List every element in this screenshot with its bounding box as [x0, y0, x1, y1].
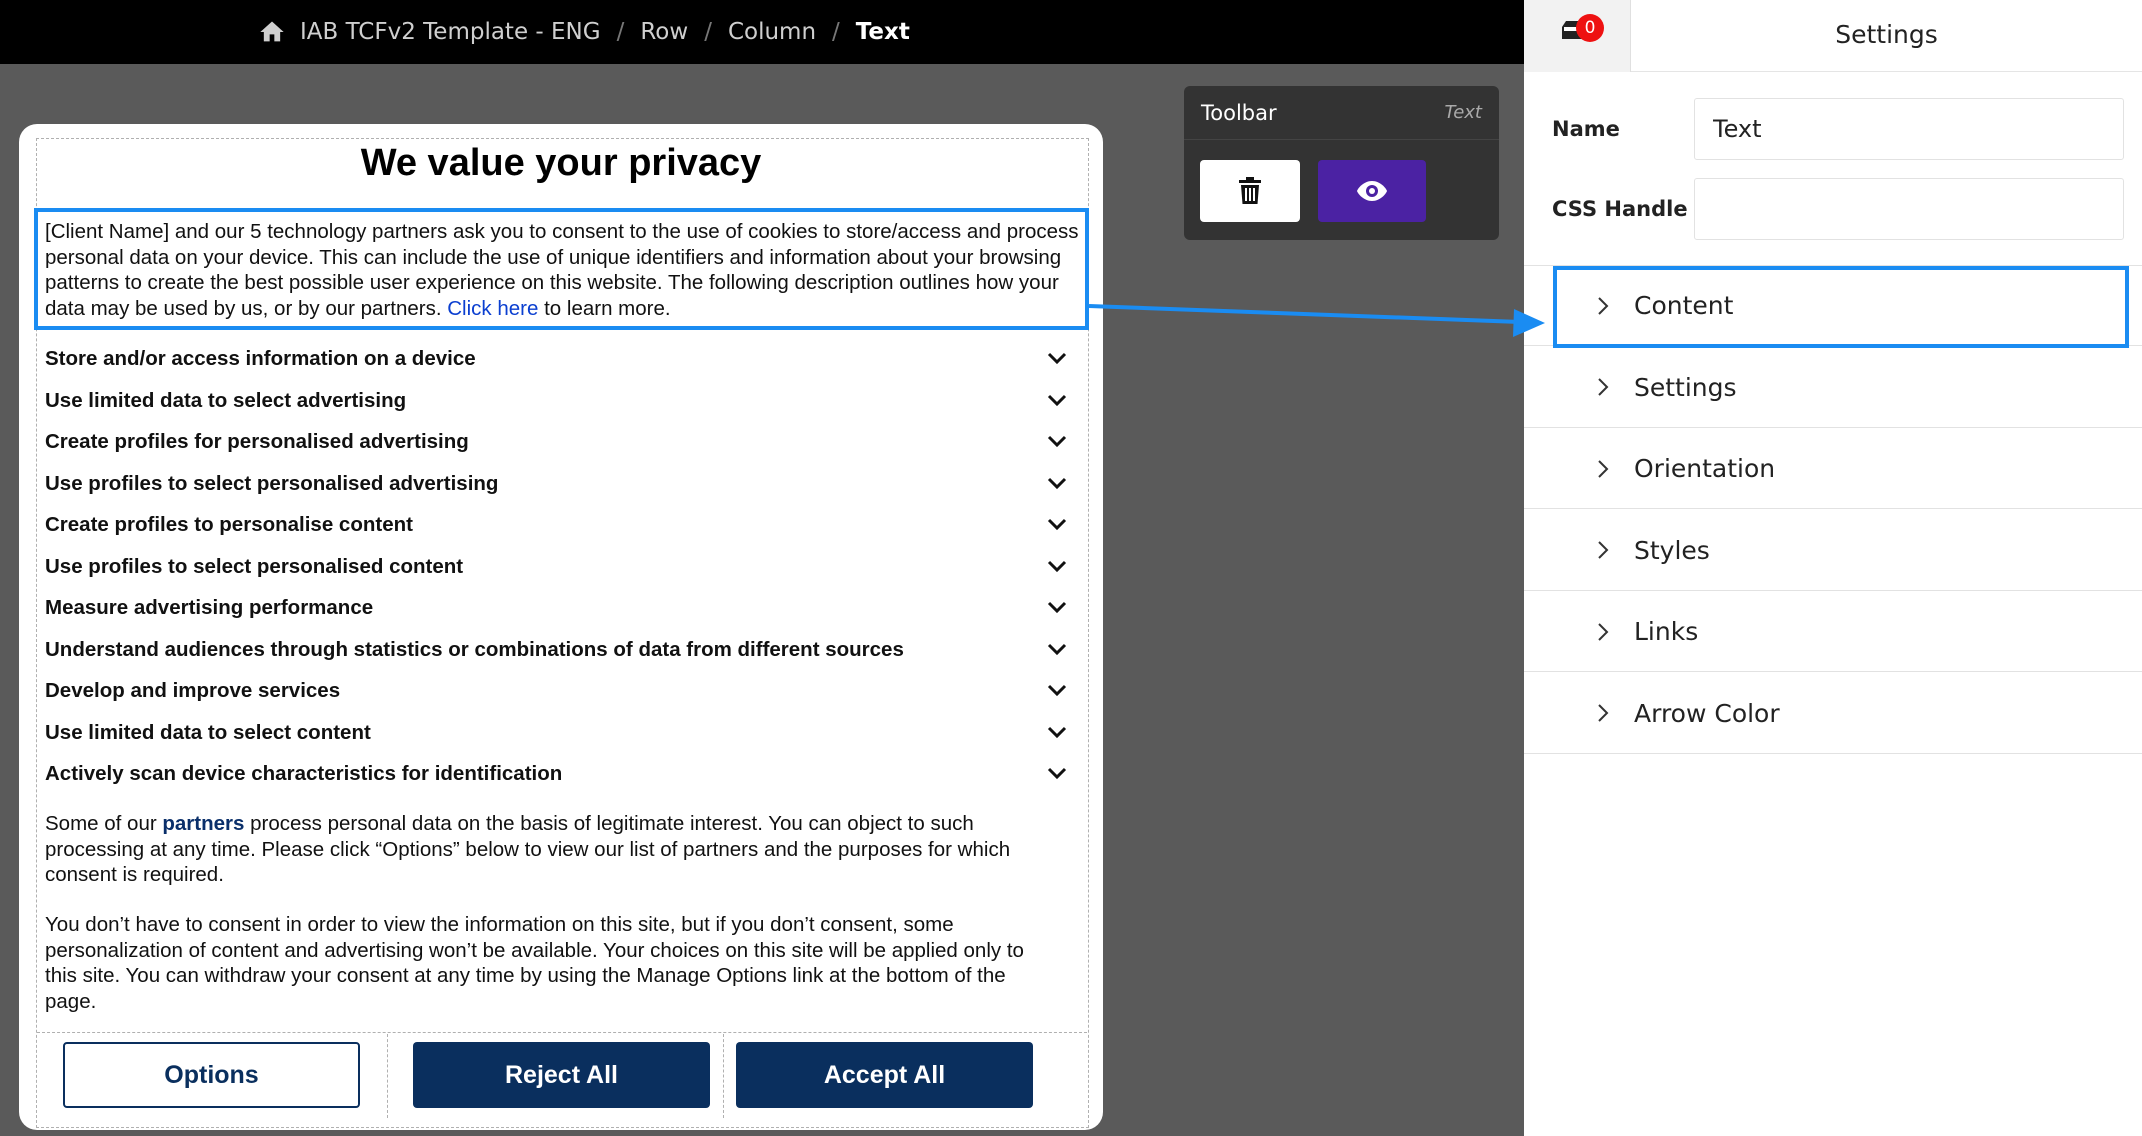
chevron-down-icon [1047, 684, 1067, 697]
trash-icon [1239, 177, 1261, 204]
settings-header: 0 Settings [1524, 0, 2142, 72]
name-label: Name [1552, 117, 1620, 141]
section-links[interactable]: Links [1524, 592, 2142, 672]
purpose-item[interactable]: Use limited data to select content [45, 718, 1067, 748]
accept-all-button[interactable]: Accept All [736, 1042, 1033, 1108]
chevron-down-icon [1047, 767, 1067, 780]
purpose-label: Actively scan device characteristics for… [45, 762, 563, 785]
para1-prefix: Some of our [45, 812, 157, 835]
chevron-down-icon [1047, 477, 1067, 489]
notification-badge: 0 [1576, 14, 1604, 42]
purpose-item[interactable]: Measure advertising performance [45, 593, 1067, 623]
toolbar-element-type: Text [1444, 102, 1482, 123]
chevron-down-icon [1047, 518, 1067, 531]
chevron-down-icon [1047, 435, 1067, 448]
purpose-item[interactable]: Understand audiences through statistics … [45, 635, 1067, 665]
section-label: Links [1634, 617, 1699, 646]
purpose-label: Use profiles to select personalised adve… [45, 471, 499, 495]
section-label: Arrow Color [1634, 698, 1780, 728]
breadcrumb-separator: / [704, 19, 712, 45]
purpose-label: Use limited data to select advertising [45, 388, 407, 412]
partners-link[interactable]: partners [162, 812, 244, 835]
purpose-label: Use profiles to select personalised cont… [45, 554, 464, 578]
click-here-link[interactable]: Click here [447, 297, 538, 320]
section-label: Settings [1634, 372, 1737, 402]
section-settings[interactable]: Settings [1524, 348, 2142, 428]
chevron-down-icon [1047, 726, 1067, 738]
reject-all-button[interactable]: Reject All [413, 1042, 710, 1108]
chevron-down-icon [1047, 352, 1067, 365]
section-label: Orientation [1634, 454, 1776, 483]
content-section-highlight [1553, 266, 2129, 348]
purpose-item[interactable]: Create profiles to personalise content [45, 510, 1067, 540]
preview-button[interactable] [1318, 160, 1426, 222]
purpose-item[interactable]: Use limited data to select advertising [45, 386, 1067, 416]
name-input[interactable] [1694, 98, 2124, 160]
section-label: Styles [1634, 535, 1710, 565]
chevron-right-icon [1598, 541, 1609, 559]
purpose-label: Develop and improve services [45, 679, 341, 702]
chevron-right-icon [1598, 704, 1609, 722]
breadcrumb-item-template[interactable]: IAB TCFv2 Template - ENG [300, 19, 601, 45]
purpose-item[interactable]: Actively scan device characteristics for… [45, 759, 1067, 789]
chevron-right-icon [1598, 378, 1609, 396]
options-button[interactable]: Options [63, 1042, 360, 1108]
purpose-label: Create profiles for personalised adverti… [45, 430, 469, 453]
breadcrumb-item-current: Text [855, 19, 910, 45]
breadcrumb: IAB TCFv2 Template - ENG / Row / Column … [0, 0, 1524, 64]
purpose-item[interactable]: Use profiles to select personalised cont… [45, 552, 1067, 582]
button-column-divider [723, 1034, 724, 1118]
breadcrumb-separator: / [832, 19, 840, 45]
breadcrumb-separator: / [616, 19, 625, 45]
purpose-label: Understand audiences through statistics … [45, 637, 904, 661]
purpose-label: Store and/or access information on a dev… [45, 347, 476, 370]
intro-suffix: to learn more. [544, 296, 671, 320]
toolbar-title: Toolbar [1201, 100, 1277, 125]
section-arrow-color[interactable]: Arrow Color [1524, 674, 2142, 754]
legitimate-interest-text: Some of our partners process personal da… [45, 811, 1060, 888]
button-column-divider [387, 1034, 388, 1118]
home-icon[interactable] [258, 18, 286, 46]
settings-panel: 0 Settings Name CSS Handle ContentSettin… [1524, 0, 2142, 1136]
chevron-down-icon [1047, 601, 1067, 614]
css-handle-input[interactable] [1694, 178, 2124, 240]
eye-icon [1357, 181, 1387, 201]
breadcrumb-item-column[interactable]: Column [728, 19, 816, 45]
delete-button[interactable] [1200, 160, 1300, 222]
notifications-tab[interactable]: 0 [1524, 0, 1631, 72]
consent-intro-text[interactable]: [Client Name] and our 5 technology partn… [45, 219, 1080, 321]
chevron-down-icon [1047, 394, 1067, 406]
settings-title: Settings [1835, 20, 1938, 49]
consent-title: We value your privacy [360, 142, 762, 184]
consent-info-text: You don’t have to consent in order to vi… [45, 913, 1024, 1013]
chevron-down-icon [1047, 560, 1067, 572]
purpose-label: Measure advertising performance [45, 596, 374, 619]
section-styles[interactable]: Styles [1524, 511, 2142, 591]
button-row-divider [37, 1032, 1087, 1033]
section-orientation[interactable]: Orientation [1524, 429, 2142, 509]
chevron-right-icon [1598, 459, 1609, 478]
breadcrumb-item-row[interactable]: Row [640, 19, 688, 45]
css-handle-label: CSS Handle [1552, 197, 1688, 221]
purpose-item[interactable]: Develop and improve services [45, 676, 1067, 706]
purpose-item[interactable]: Store and/or access information on a dev… [45, 344, 1067, 374]
purpose-item[interactable]: Use profiles to select personalised adve… [45, 469, 1067, 499]
chevron-down-icon [1047, 643, 1067, 655]
purpose-label: Create profiles to personalise content [45, 513, 413, 536]
toolbar-header: Toolbar Text [1184, 86, 1499, 140]
chevron-right-icon [1598, 622, 1609, 641]
purpose-label: Use limited data to select content [45, 720, 371, 744]
element-toolbar: Toolbar Text [1184, 86, 1499, 240]
purpose-item[interactable]: Create profiles for personalised adverti… [45, 427, 1067, 457]
